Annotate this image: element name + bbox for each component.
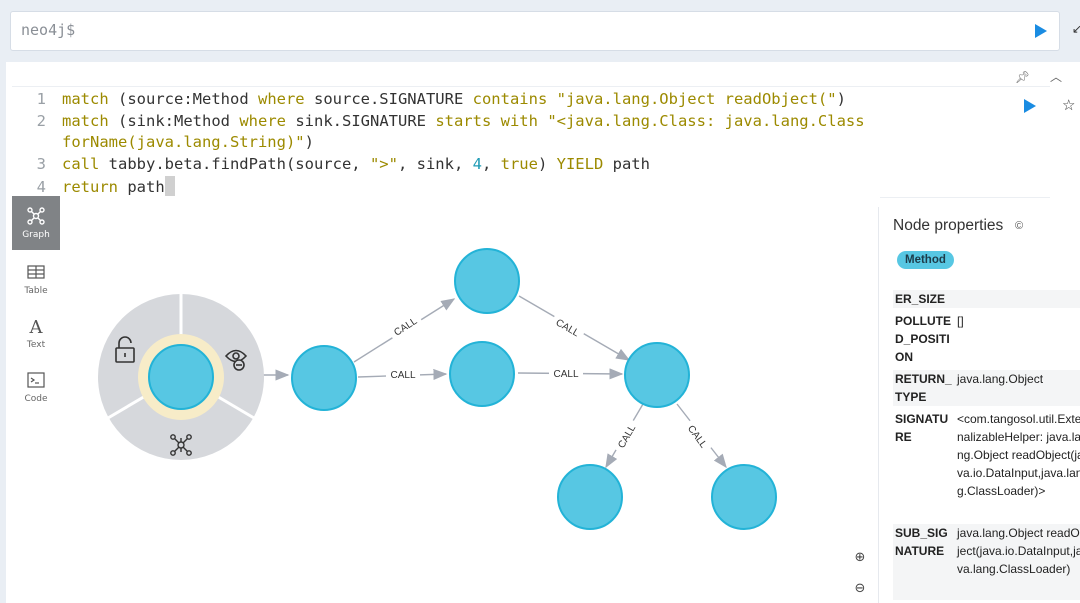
code-token: 4 <box>472 155 482 174</box>
graph-node[interactable] <box>624 342 690 408</box>
property-value: <com.tangosol.util.ExternalizableHelper:… <box>957 412 1080 498</box>
code-line[interactable]: 2 match (sink:Method where sink.SIGNATURE… <box>12 111 865 133</box>
graph-node[interactable] <box>711 464 777 530</box>
code-token: "<java.lang.Class: java.lang.Class <box>547 111 865 130</box>
property-key: ER_SIZE <box>895 292 946 306</box>
tab-graph-label: Graph <box>22 230 50 240</box>
property-value: java.lang.Object <box>957 372 1044 386</box>
node-properties-panel: Node properties © Method ER_SIZE POLLUTE… <box>878 207 1080 603</box>
code-token: "java.lang.Object readObject(" <box>556 90 837 108</box>
code-token: return <box>62 177 118 196</box>
graph-node[interactable] <box>291 345 357 411</box>
code-token: true <box>500 155 538 174</box>
line-number: 3 <box>36 155 46 174</box>
copy-icon[interactable]: © <box>1015 220 1023 232</box>
graph-node[interactable] <box>557 464 623 530</box>
code-icon <box>27 372 45 388</box>
graph-icon <box>27 207 45 225</box>
table-icon <box>27 265 45 279</box>
query-editor[interactable]: 1 match (source:Method where source.SIGNA… <box>12 86 1050 198</box>
zoom-in-icon[interactable]: ⊕ <box>846 544 874 572</box>
code-token: sink.SIGNATURE <box>286 111 436 130</box>
graph-node[interactable] <box>454 248 520 314</box>
chevron-up-icon[interactable]: ︿ <box>1050 70 1062 84</box>
code-token: forName(java.lang.String)" <box>62 133 305 152</box>
property-row: ER_SIZE <box>893 290 1080 308</box>
result-frame: 📌︎ ︿ 1 match (source:Method where source.… <box>6 62 1080 603</box>
tab-text[interactable]: A Text <box>12 306 60 360</box>
code-token: ) <box>304 133 314 152</box>
play-icon[interactable] <box>1035 24 1047 38</box>
code-token: ">" <box>369 155 398 174</box>
graph-canvas[interactable]: CALL CALL CALL CALL CALL CALL ⊕ ⊖ <box>60 196 880 603</box>
property-key: SIGNATURE <box>895 412 949 444</box>
code-token: starts with <box>435 111 538 130</box>
line-number: 2 <box>36 111 46 130</box>
code-token: YIELD <box>556 155 604 174</box>
frame-actions: 📌︎ ︿ <box>999 68 1062 85</box>
code-token: , <box>481 155 501 174</box>
tab-code-label: Code <box>24 394 48 404</box>
tab-table-label: Table <box>24 286 48 296</box>
pin-icon[interactable]: 📌︎ <box>1015 70 1030 84</box>
edge-label: CALL <box>553 369 578 380</box>
code-token: (sink:Method <box>108 111 240 130</box>
code-line[interactable]: 3 call tabby.beta.findPath(source, ">", s… <box>12 154 650 176</box>
property-key: POLLUTED_POSITION <box>895 314 951 364</box>
node-context-ring[interactable] <box>98 294 264 460</box>
code-token: where <box>257 90 305 108</box>
property-value: [] <box>957 314 964 328</box>
text-cursor <box>164 175 175 196</box>
run-query-icon[interactable] <box>1024 99 1036 113</box>
property-row: RETURN_TYPE java.lang.Object <box>893 370 1080 406</box>
code-token: path <box>118 177 165 196</box>
code-token: call <box>62 155 100 174</box>
code-token: ) <box>537 155 557 174</box>
property-row: POLLUTED_POSITION [] <box>893 312 1080 366</box>
tab-code[interactable]: Code <box>12 360 60 414</box>
edge-label: CALL <box>554 317 582 339</box>
cypher-command-input[interactable]: neo4j$ <box>10 11 1060 51</box>
code-token: path <box>603 155 650 174</box>
code-token: match <box>62 111 109 130</box>
property-row: SUB_SIGNATURE java.lang.Object readObjec… <box>893 524 1080 600</box>
code-token: tabby.beta.findPath(source, <box>99 155 370 174</box>
code-token: where <box>239 111 286 130</box>
node-label-badge[interactable]: Method <box>897 251 954 269</box>
view-sidebar: Graph Table A Text Code <box>12 196 61 603</box>
property-key: SUB_SIGNATURE <box>895 526 948 558</box>
property-key: RETURN_TYPE <box>895 372 952 404</box>
star-icon[interactable]: ☆ <box>1062 96 1075 114</box>
command-bar: neo4j$ ↙ <box>0 0 1080 62</box>
code-token: , sink, <box>397 155 473 174</box>
tab-graph[interactable]: Graph <box>12 196 60 250</box>
tab-text-label: Text <box>26 340 46 350</box>
code-token: (source:Method <box>108 90 258 108</box>
code-token: match <box>62 90 109 108</box>
command-prompt: neo4j$ <box>21 21 76 39</box>
zoom-out-icon[interactable]: ⊖ <box>846 575 874 603</box>
code-token: ) <box>836 90 846 108</box>
graph-node[interactable] <box>449 341 515 407</box>
code-line[interactable]: 1 match (source:Method where source.SIGNA… <box>12 89 846 111</box>
code-line[interactable]: forName(java.lang.String)") <box>12 132 314 154</box>
code-token: source.SIGNATURE <box>304 90 473 108</box>
property-value: java.lang.Object readObject(java.io.Data… <box>957 526 1080 576</box>
text-icon: A <box>29 317 44 336</box>
svg-text:A: A <box>29 317 44 336</box>
code-token: contains <box>472 90 548 108</box>
graph-node[interactable] <box>148 344 214 410</box>
collapse-icon[interactable]: ↙ <box>1072 22 1080 36</box>
panel-title: Node properties <box>893 217 1004 234</box>
line-number: 1 <box>36 90 46 108</box>
graph-svg[interactable]: CALL CALL CALL CALL CALL CALL <box>60 196 880 603</box>
edge-label: CALL <box>390 370 415 381</box>
tab-table[interactable]: Table <box>12 252 60 306</box>
property-row: SIGNATURE <com.tangosol.util.Externaliza… <box>893 410 1080 520</box>
